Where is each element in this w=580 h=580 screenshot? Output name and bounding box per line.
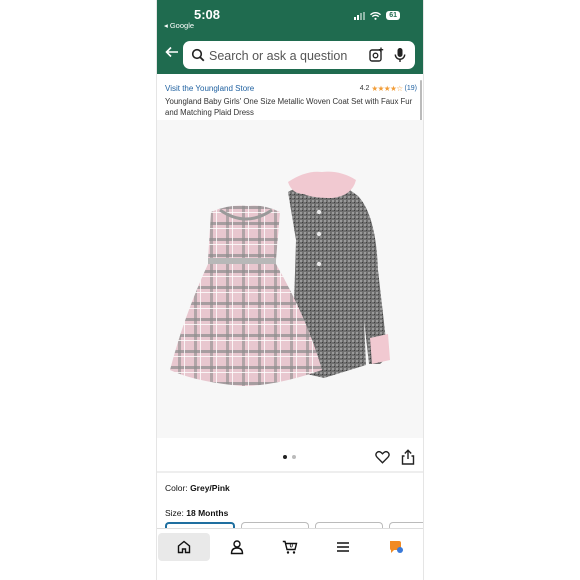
size-value: 18 Months bbox=[186, 508, 229, 518]
back-to-app-link[interactable]: ◂ Google bbox=[164, 21, 194, 30]
color-value: Grey/Pink bbox=[190, 483, 230, 493]
rufus-icon bbox=[390, 541, 403, 553]
tab-rufus[interactable] bbox=[370, 533, 422, 561]
section-divider bbox=[156, 471, 424, 473]
product-title: Youngland Baby Girls' One Size Metallic … bbox=[165, 97, 413, 117]
share-icon[interactable] bbox=[401, 449, 415, 465]
color-selection: Color: Grey/Pink bbox=[165, 483, 230, 493]
search-icon bbox=[191, 48, 205, 62]
product-image[interactable] bbox=[156, 120, 424, 438]
tab-account[interactable] bbox=[211, 533, 263, 561]
star-rating-icon: ★★★★☆ bbox=[371, 84, 403, 93]
cart-icon: 0 bbox=[282, 540, 298, 554]
heart-icon[interactable] bbox=[375, 450, 390, 464]
store-link[interactable]: Visit the Youngland Store bbox=[165, 84, 254, 93]
signal-icon bbox=[354, 11, 366, 20]
back-arrow-icon[interactable] bbox=[164, 44, 180, 60]
size-selection: Size: 18 Months bbox=[165, 508, 228, 518]
search-input[interactable]: Search or ask a question bbox=[209, 49, 347, 63]
home-icon bbox=[177, 540, 191, 554]
tab-menu[interactable] bbox=[317, 533, 369, 561]
cart-count: 0 bbox=[290, 543, 294, 549]
rating-summary[interactable]: 4.2 ★★★★☆ (19) bbox=[360, 84, 417, 93]
phone-screen: 5:08 ◂ Google 61 Search or ask a questio… bbox=[156, 0, 424, 580]
menu-icon bbox=[337, 542, 349, 552]
tab-cart[interactable]: 0 bbox=[264, 533, 316, 561]
status-icons: 61 bbox=[354, 11, 400, 20]
battery-indicator: 61 bbox=[386, 11, 400, 20]
rating-value: 4.2 bbox=[359, 85, 370, 92]
rating-count[interactable]: (19) bbox=[405, 85, 417, 92]
carousel-dot[interactable] bbox=[292, 455, 296, 459]
microphone-icon[interactable] bbox=[393, 47, 407, 63]
status-time: 5:08 bbox=[194, 7, 221, 22]
person-icon bbox=[230, 540, 244, 555]
search-bar[interactable]: Search or ask a question bbox=[183, 41, 415, 69]
product-photo bbox=[170, 171, 390, 386]
carousel-dot-active[interactable] bbox=[283, 455, 287, 459]
size-label: Size: bbox=[165, 508, 184, 518]
app-header: 5:08 ◂ Google 61 Search or ask a questio… bbox=[156, 0, 424, 74]
color-label: Color: bbox=[165, 483, 188, 493]
camera-search-icon[interactable] bbox=[368, 47, 384, 63]
carousel-dots bbox=[283, 455, 296, 459]
tab-home[interactable] bbox=[158, 533, 210, 561]
wifi-icon bbox=[370, 11, 382, 20]
bottom-tab-bar: 0 bbox=[156, 528, 424, 580]
